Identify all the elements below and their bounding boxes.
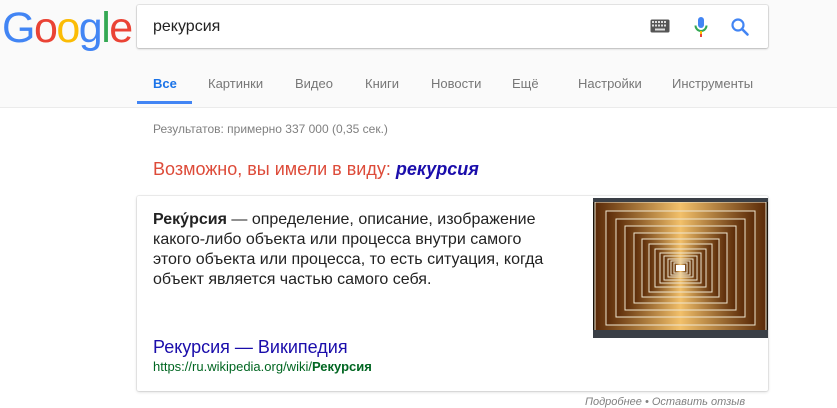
tab-settings[interactable]: Настройки (578, 76, 642, 91)
search-box[interactable]: рекурсия (137, 5, 768, 48)
logo-letter: o (56, 4, 80, 52)
tab-news[interactable]: Новости (431, 76, 481, 91)
did-you-mean-link[interactable]: рекурсия (396, 159, 479, 179)
logo-letter: g (78, 4, 103, 52)
search-input[interactable]: рекурсия (153, 18, 220, 36)
knowledge-card: Реку́рсия — определение, описание, изобр… (137, 196, 768, 391)
tab-books[interactable]: Книги (365, 76, 399, 91)
keyboard-icon[interactable] (650, 19, 670, 38)
active-tab-indicator (137, 101, 192, 104)
definition-term: Реку́рсия (153, 211, 227, 228)
wikipedia-link[interactable]: Рекурсия — Википедия (153, 337, 348, 358)
url-prefix: https://ru.wikipedia.org/wiki/ (153, 359, 312, 374)
tab-tools[interactable]: Инструменты (672, 76, 753, 91)
tab-all[interactable]: Все (153, 76, 177, 91)
card-footer: Подробнее • Оставить отзыв (585, 396, 745, 408)
did-you-mean: Возможно, вы имели в виду: рекурсия (153, 159, 479, 180)
definition-text: Реку́рсия — определение, описание, изобр… (153, 210, 563, 290)
logo-letter: l (101, 4, 111, 52)
wikipedia-url: https://ru.wikipedia.org/wiki/Рекурсия (153, 359, 372, 374)
url-bold: Рекурсия (311, 359, 372, 374)
feedback-link[interactable]: Оставить отзыв (652, 396, 745, 408)
google-logo[interactable]: Google (2, 4, 133, 52)
logo-letter: e (109, 4, 133, 52)
search-icon[interactable] (730, 17, 750, 42)
logo-letter: o (33, 4, 58, 52)
tab-videos[interactable]: Видео (295, 76, 333, 91)
tab-images[interactable]: Картинки (208, 76, 263, 91)
header-bar: Google рекурсия Все Картинки Видео Книги… (0, 0, 837, 108)
recursion-image[interactable] (593, 198, 768, 338)
result-stats: Результатов: примерно 337 000 (0,35 сек.… (153, 122, 388, 136)
tab-more[interactable]: Ещё (512, 76, 539, 91)
did-you-mean-prefix: Возможно, вы имели в виду: (153, 159, 391, 179)
footer-separator: • (644, 396, 649, 408)
logo-letter: G (2, 4, 35, 52)
more-link[interactable]: Подробнее (585, 396, 642, 408)
mic-icon[interactable] (694, 16, 708, 43)
